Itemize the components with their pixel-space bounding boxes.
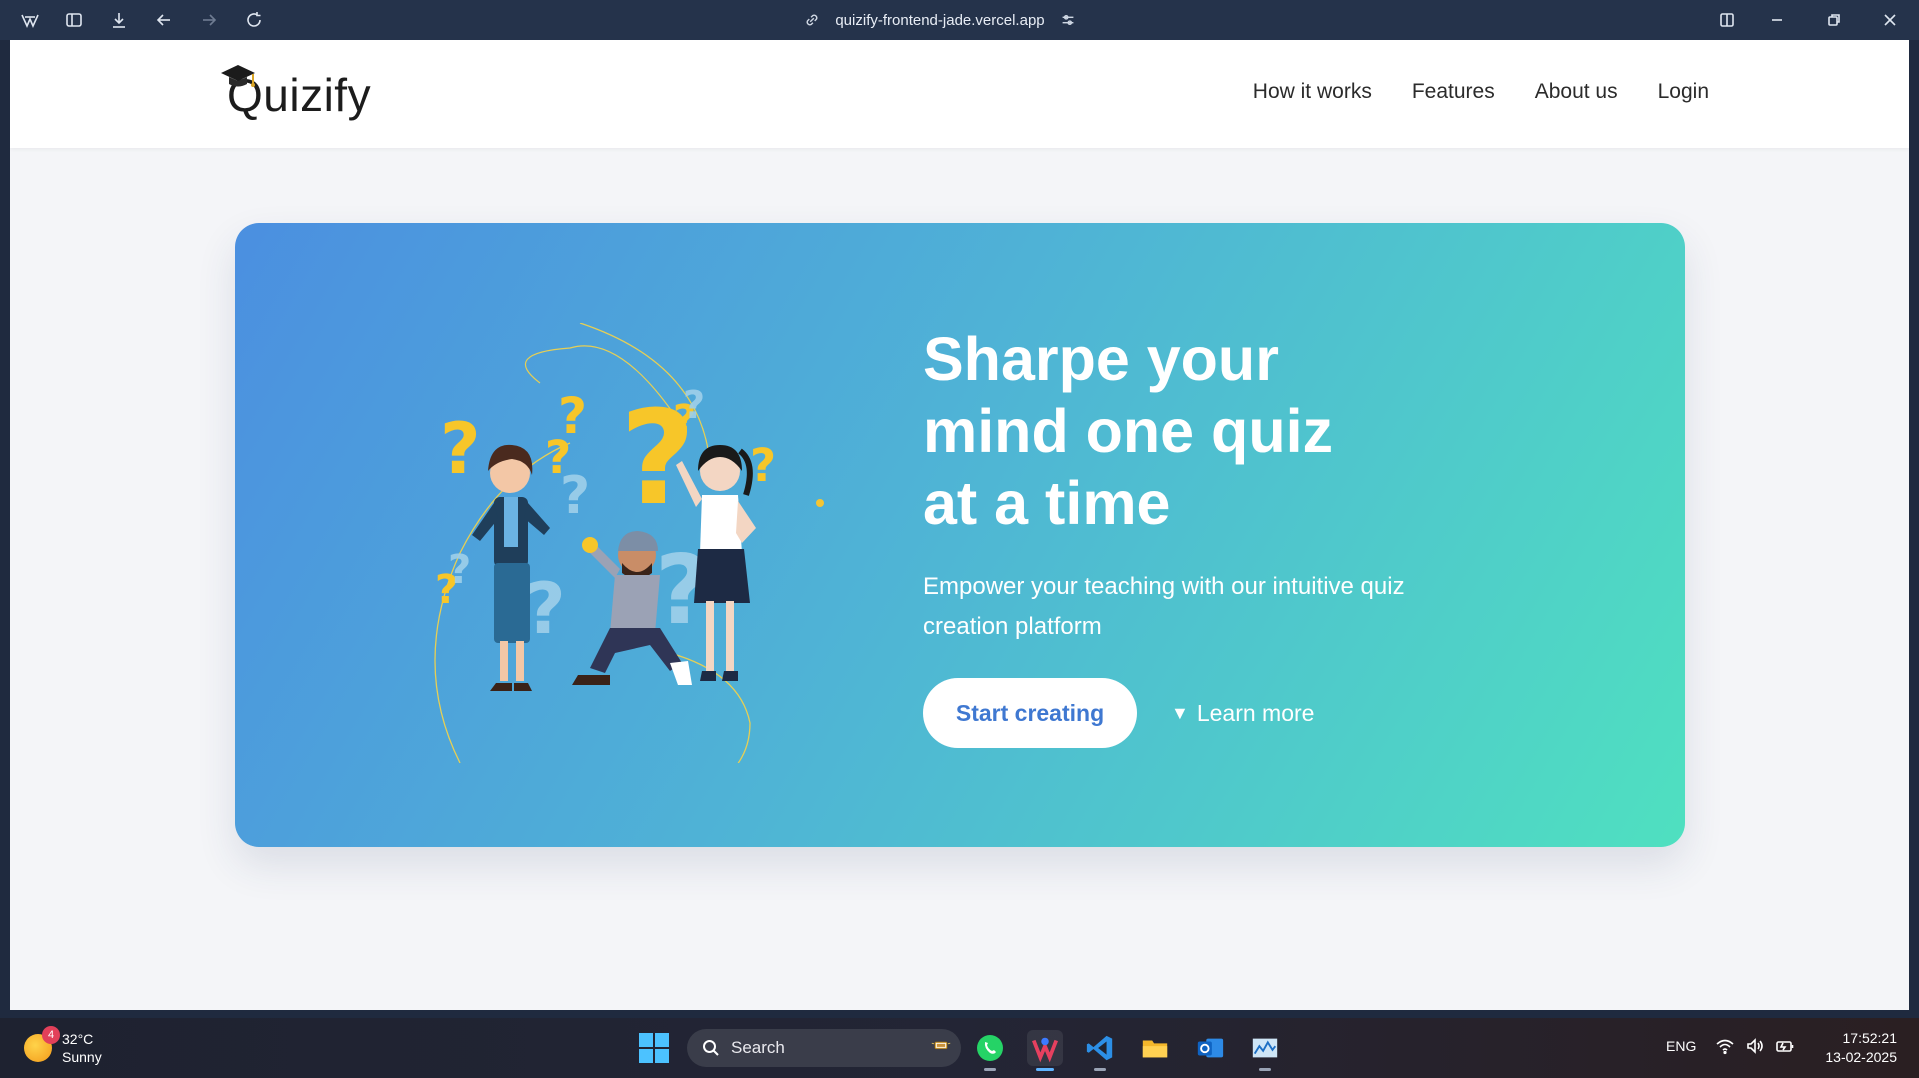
weather-temp: 32°C xyxy=(62,1031,94,1047)
browser-titlebar: quizify-frontend-jade.vercel.app xyxy=(0,0,1919,40)
download-icon[interactable] xyxy=(105,6,133,34)
wifi-icon[interactable] xyxy=(1715,1036,1735,1056)
nav-about-us[interactable]: About us xyxy=(1535,80,1618,104)
clock-date: 13-02-2025 xyxy=(1825,1049,1897,1065)
volume-icon[interactable] xyxy=(1745,1036,1765,1056)
hero-card: ? ? ? ? ? ? ? ? ? ? ? ? ? xyxy=(235,223,1685,847)
sun-icon: 4 xyxy=(24,1026,60,1062)
site-settings-icon[interactable] xyxy=(1059,11,1077,29)
minimize-icon[interactable] xyxy=(1763,6,1791,34)
link-icon xyxy=(806,14,818,26)
weather-desc: Sunny xyxy=(62,1049,102,1065)
system-clock[interactable]: 17:52:21 13-02-2025 xyxy=(1825,1029,1897,1067)
back-arrow-icon[interactable] xyxy=(150,6,178,34)
browser-app-icon[interactable] xyxy=(1027,1030,1063,1071)
battery-icon[interactable] xyxy=(1775,1036,1795,1056)
svg-text:?: ? xyxy=(750,439,776,492)
whatsapp-app-icon[interactable] xyxy=(972,1030,1008,1071)
main-nav: How it works Features About us Login xyxy=(1253,80,1709,104)
clock-time: 17:52:21 xyxy=(1842,1030,1898,1046)
outlook-app-icon[interactable] xyxy=(1192,1030,1228,1066)
hero-text-block: Sharpe your mind one quiz at a time Empo… xyxy=(923,323,1483,647)
triangle-down-icon: ▼ xyxy=(1171,702,1189,723)
hero-title-line: Sharpe your xyxy=(923,325,1279,393)
notification-badge: 4 xyxy=(42,1026,60,1044)
search-placeholder: Search xyxy=(731,1038,785,1057)
graduation-cap-icon xyxy=(221,65,255,87)
nav-login[interactable]: Login xyxy=(1658,80,1709,104)
system-tray[interactable] xyxy=(1715,1036,1795,1056)
vscode-app-icon[interactable] xyxy=(1082,1030,1118,1071)
search-highlight-icon xyxy=(931,1041,951,1050)
start-creating-button[interactable]: Start creating xyxy=(923,678,1137,748)
nav-how-it-works[interactable]: How it works xyxy=(1253,80,1372,104)
url-text: quizify-frontend-jade.vercel.app xyxy=(835,11,1045,29)
quiz-people-illustration: ? ? ? ? ? ? ? ? ? ? ? ? ? xyxy=(434,323,824,763)
file-explorer-icon[interactable] xyxy=(1137,1030,1173,1066)
restore-icon[interactable] xyxy=(1820,6,1848,34)
hero-cta-row: Start creating ▼ Learn more xyxy=(923,678,1314,748)
learn-more-button[interactable]: ▼ Learn more xyxy=(1171,700,1314,727)
question-mark: ? xyxy=(440,408,481,490)
hero-title: Sharpe your mind one quiz at a time xyxy=(923,323,1483,539)
svg-text:?: ? xyxy=(560,466,590,526)
taskbar-search[interactable]: Search xyxy=(687,1029,961,1067)
os-taskbar: 4 32°C Sunny Search ENG 17:52:21 13-02-2… xyxy=(0,1018,1919,1078)
close-icon[interactable] xyxy=(1876,6,1904,34)
hero-title-line: at a time xyxy=(923,469,1171,537)
sidebar-toggle-icon[interactable] xyxy=(60,6,88,34)
forward-arrow-icon[interactable] xyxy=(195,6,223,34)
reload-icon[interactable] xyxy=(240,6,268,34)
windows-start-icon[interactable] xyxy=(638,1032,670,1064)
page-viewport: Quizify How it works Features About us L… xyxy=(10,40,1909,1010)
hero-title-line: mind one quiz xyxy=(923,397,1334,465)
address-bar[interactable]: quizify-frontend-jade.vercel.app xyxy=(790,7,1090,33)
resource-monitor-icon[interactable] xyxy=(1247,1030,1283,1071)
learn-more-label: Learn more xyxy=(1196,699,1315,726)
svg-text:?: ? xyxy=(448,547,471,593)
split-view-icon[interactable] xyxy=(1713,6,1741,34)
svg-text:?: ? xyxy=(525,568,566,650)
nav-features[interactable]: Features xyxy=(1412,80,1495,104)
search-icon xyxy=(703,1040,719,1056)
site-header: Quizify How it works Features About us L… xyxy=(10,40,1909,148)
svg-text:?: ? xyxy=(683,383,705,427)
weather-widget[interactable]: 4 32°C Sunny xyxy=(24,1026,102,1066)
site-logo[interactable]: Quizify xyxy=(215,62,371,122)
language-indicator[interactable]: ENG xyxy=(1666,1038,1696,1054)
hero-subtitle: Empower your teaching with our intuitive… xyxy=(923,573,1405,640)
browser-logo-icon[interactable] xyxy=(16,6,44,34)
